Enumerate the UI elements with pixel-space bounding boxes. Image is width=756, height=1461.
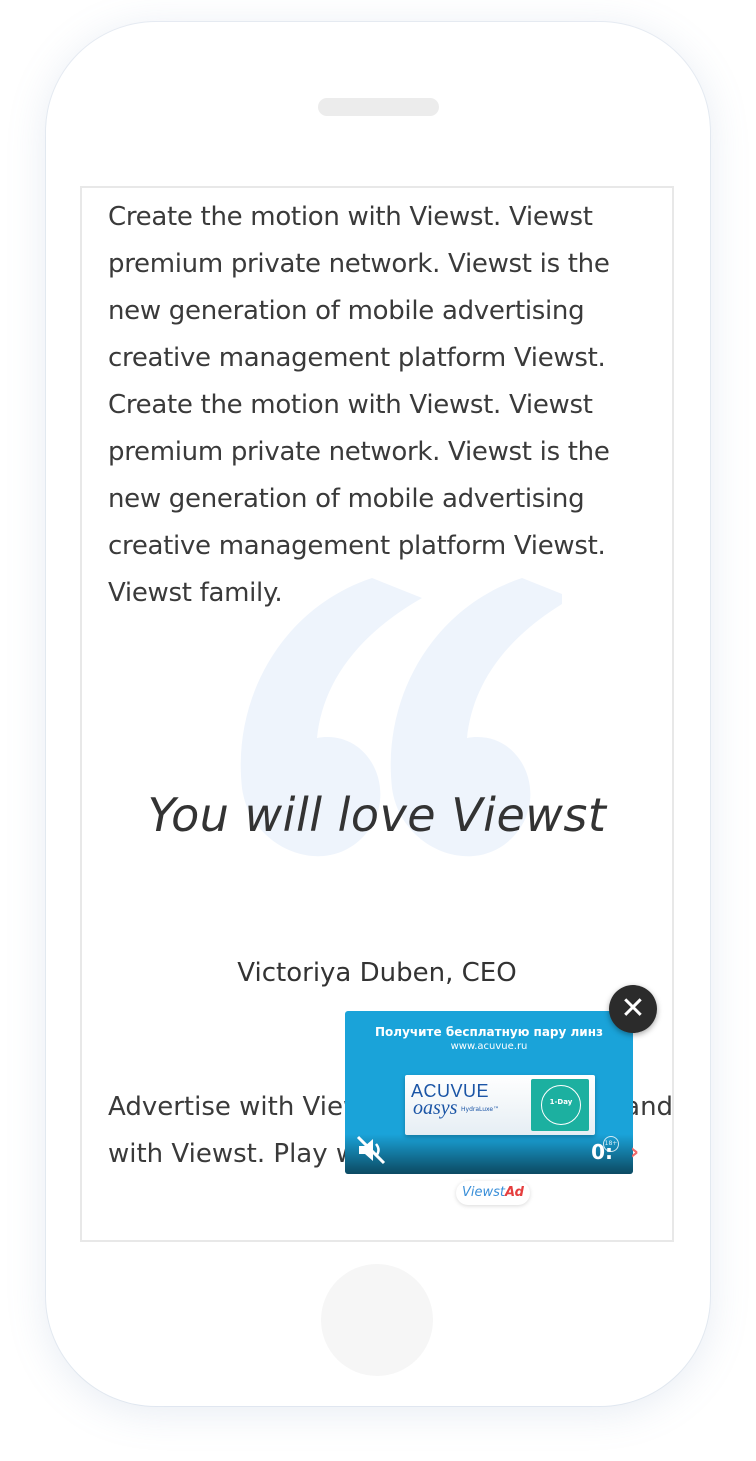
ad-headline: Получите бесплатную пару линз [375,1025,603,1039]
quote-author: Victoriya Duben, CEO [237,958,517,988]
mute-icon[interactable] [353,1132,389,1168]
video-ad[interactable]: Получите бесплатную пару линз www.acuvue… [345,1011,633,1174]
ad-timer: 0: [591,1140,613,1164]
quote-title: You will love Viewst [147,788,607,842]
badge-ad-text: Ad [505,1185,524,1200]
quote-mark-icon [240,578,562,857]
brand-hydra: HydraLuxe™ [461,1106,500,1113]
ad-url[interactable]: www.acuvue.ru [345,1041,633,1052]
day-circle-icon: 1-Day [541,1085,581,1125]
brand-sub: oasys [413,1097,458,1119]
viewst-ad-badge[interactable]: ViewstAd [456,1181,530,1205]
product-image: ACUVUE oasys HydraLuxe™ 1-Day [405,1075,595,1135]
badge-viewst-text: Viewst [462,1185,506,1200]
day-panel: 1-Day [531,1079,589,1131]
next-arrow-icon[interactable]: › [630,1140,639,1165]
home-button[interactable] [321,1264,433,1376]
day-label: 1-Day [549,1098,573,1106]
phone-speaker [318,98,439,116]
close-icon[interactable]: ✕ [609,985,657,1033]
